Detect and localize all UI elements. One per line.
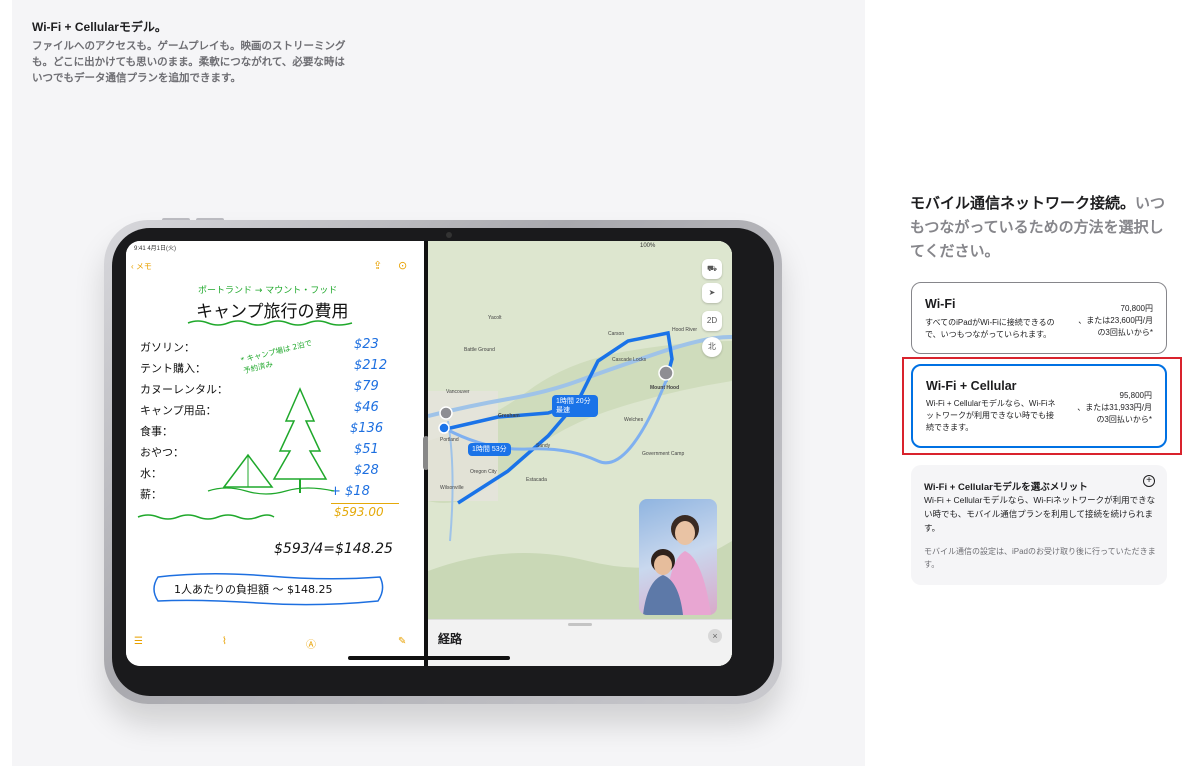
ipad-screen: 9:41 4月1日(火) ‹ メモ ⇪ ⊙ ポートランド → マウント・フッド …: [126, 241, 732, 666]
hero-description: ファイルへのアクセスも。ゲームプレイも。映画のストリーミングも。どこに出かけても…: [32, 40, 346, 84]
section-divider: [137, 514, 275, 520]
notes-app: 9:41 4月1日(火) ‹ メモ ⇪ ⊙ ポートランド → マウント・フッド …: [126, 241, 424, 666]
expense-item: 食事：: [140, 425, 173, 438]
expense-value: $46: [354, 400, 379, 415]
facetime-people: [643, 515, 711, 615]
map-place: Battle Ground: [464, 347, 495, 353]
ipad-device: 9:41 4月1日(火) ‹ メモ ⇪ ⊙ ポートランド → マウント・フッド …: [104, 220, 782, 704]
map-place: Welches: [624, 417, 644, 423]
expense-value: $51: [354, 442, 379, 457]
notes-heading-small: ポートランド → マウント・フッド: [198, 286, 338, 296]
expense-item: 水：: [140, 467, 162, 480]
expense-value: $28: [354, 463, 379, 478]
car-icon[interactable]: ⛟: [702, 259, 722, 279]
option-wifi-price-monthly: 、または23,600円/月: [1078, 316, 1153, 325]
hero-stage: Wi-Fi + Cellularモデル。 ファイルへのアクセスも。ゲームプレイも…: [12, 0, 865, 766]
map-place: Yacolt: [488, 315, 502, 321]
compass-button[interactable]: 北: [702, 337, 722, 357]
route-primary-label[interactable]: 1時間 20分 最速: [552, 395, 598, 417]
hero-title: Wi-Fi + Cellularモデル。: [32, 20, 167, 34]
map-place: Estacada: [526, 477, 547, 483]
map-place: Sandy: [536, 443, 551, 449]
map-place: Wilsonville: [440, 485, 464, 491]
option-wifi-price: 70,800円 、または23,600円/月 の3回払いから*: [1063, 303, 1153, 339]
expense-value: $136: [350, 421, 384, 436]
notes-back-label: メモ: [135, 262, 152, 271]
merit-title: Wi-Fi + Cellularモデルを選ぶメリット: [924, 482, 1088, 493]
division-calc: $593/4=$148.25: [274, 541, 393, 557]
option-wifi[interactable]: Wi-Fi すべてのiPadがWi-Fiに接続できるので、いつもつながっていられ…: [911, 282, 1167, 354]
facetime-pip[interactable]: [639, 499, 717, 615]
plus-circle-icon[interactable]: +: [1143, 475, 1155, 487]
location-arrow-icon[interactable]: ➤: [702, 283, 722, 303]
merit-body: Wi-Fi + Cellularモデルなら、Wi-Fiネットワークが利用できない…: [924, 495, 1156, 533]
more-icon[interactable]: ⊙: [398, 259, 407, 272]
cellular-merit-card[interactable]: Wi-Fi + Cellularモデルを選ぶメリット + Wi-Fi + Cel…: [911, 465, 1167, 585]
status-time: 9:41 4月1日(火): [134, 246, 177, 252]
status-battery: 100%: [640, 243, 656, 249]
campsite-note: * キャンプ場は 2泊で予約済み: [239, 338, 313, 376]
notes-back-button[interactable]: ‹ メモ: [131, 261, 152, 272]
directions-title: 経路: [438, 632, 463, 646]
camping-doodle: [207, 387, 335, 495]
option-wifi-description: すべてのiPadがWi-Fiに接続できるので、いつもつながっていられます。: [925, 318, 1055, 339]
checklist-icon[interactable]: ☰: [134, 636, 143, 647]
maps-app: 100% Yacolt Battle Ground Vancouver Port…: [428, 241, 732, 666]
share-icon[interactable]: ⇪: [373, 259, 382, 272]
map-place: Oregon City: [470, 469, 497, 475]
expense-value: $212: [354, 358, 388, 373]
attachment-icon[interactable]: ⌇: [222, 636, 227, 647]
map-place: Cascade Locks: [612, 357, 647, 363]
sum-line: [331, 503, 399, 504]
map-place: Carson: [608, 331, 625, 337]
map-2d-button[interactable]: 2D: [702, 311, 722, 331]
heading-underline: [187, 320, 353, 326]
expense-value: $23: [354, 337, 379, 352]
option-wifi-price-installments: の3回払いから*: [1097, 328, 1153, 337]
expense-item: テント購入：: [140, 362, 206, 375]
per-person-amount: 1人あたりの負担額 〜 $148.25: [174, 583, 333, 596]
connection-heading: モバイル通信ネットワーク接続。いつもつながっているための方法を選択してください。: [910, 192, 1172, 264]
map-place: Mount Hood: [650, 385, 680, 391]
map-place: Vancouver: [446, 389, 470, 395]
route-alt-label[interactable]: 1時間 53分: [468, 443, 511, 456]
expense-item: おやつ：: [140, 446, 184, 459]
sheet-grabber[interactable]: [568, 623, 592, 626]
option-wifi-title: Wi-Fi: [925, 297, 956, 311]
compose-icon[interactable]: ✎: [398, 636, 406, 647]
expense-total: $593.00: [334, 505, 384, 519]
selection-highlight-box: [902, 357, 1182, 455]
markup-icon[interactable]: Ⓐ: [306, 636, 316, 651]
expense-value: $79: [354, 379, 379, 394]
connection-heading-strong: モバイル通信ネットワーク接続。: [910, 195, 1136, 212]
map-place: Gresham: [498, 413, 520, 419]
expense-item: 薪：: [140, 488, 162, 501]
front-camera: [446, 232, 452, 238]
option-wifi-price-full: 70,800円: [1120, 304, 1153, 313]
map-place: Hood River: [672, 327, 698, 333]
map-place: Government Camp: [642, 451, 685, 457]
expense-item: ガソリン：: [140, 341, 195, 354]
home-indicator: [348, 656, 510, 660]
map-place: Portland: [440, 437, 459, 443]
merit-note: モバイル通信の設定は、iPadのお受け取り後に行っていただきます。: [924, 547, 1156, 569]
close-icon[interactable]: ×: [708, 629, 722, 643]
